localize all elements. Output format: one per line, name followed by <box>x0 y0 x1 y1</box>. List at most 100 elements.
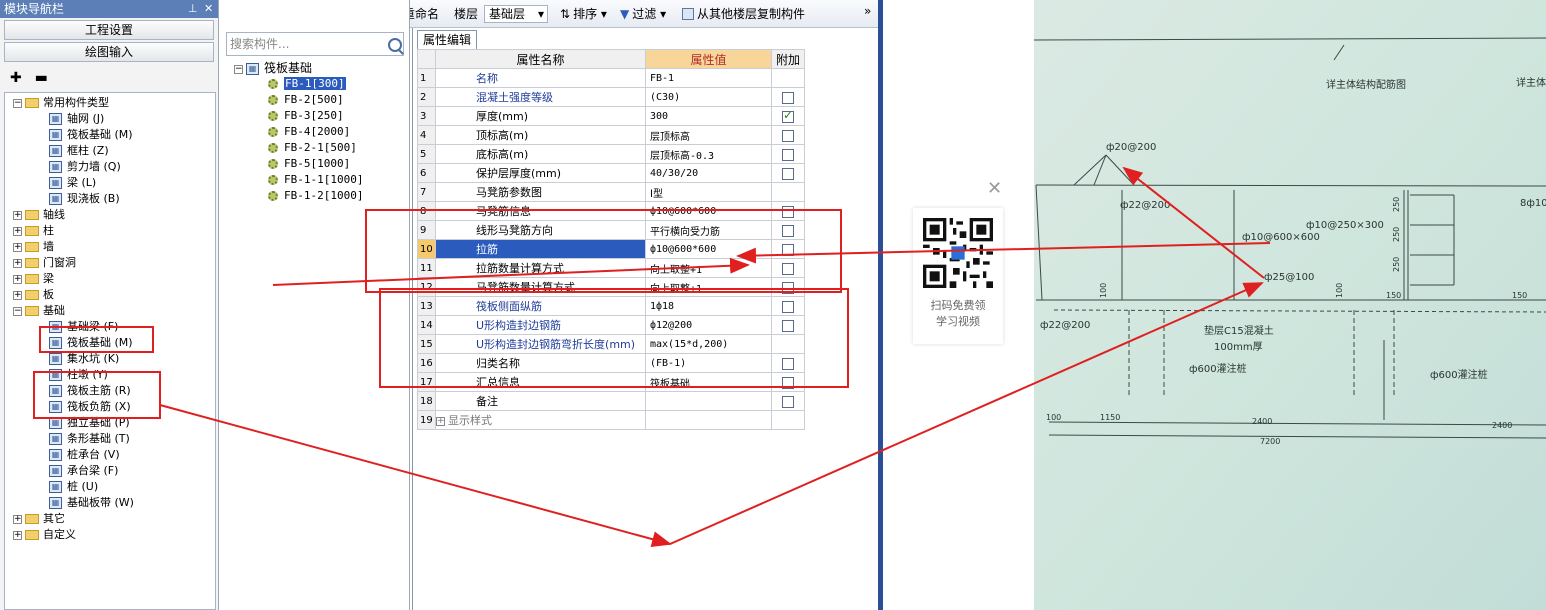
property-value[interactable]: 向上取整+1 <box>645 258 772 278</box>
property-row[interactable]: 3 厚度(mm) 300 <box>417 106 806 126</box>
tree-folder[interactable]: + 门窗洞 <box>13 255 76 271</box>
extra-checkbox[interactable] <box>782 300 794 313</box>
copy-from-floor-button[interactable]: 从其他楼层复制构件 <box>682 6 805 22</box>
component-item[interactable]: FB-1-1[1000] <box>268 172 363 188</box>
extra-checkbox[interactable] <box>782 395 794 408</box>
property-value[interactable]: 层顶标高-0.3 <box>645 144 772 164</box>
extra-checkbox[interactable] <box>782 167 794 180</box>
tree-item[interactable]: ▦ 筏板基础 (M) <box>49 127 133 143</box>
property-row[interactable]: 8 马凳筋信息 ф10@600*600 <box>417 201 806 221</box>
tree-folder[interactable]: + 板 <box>13 287 54 303</box>
property-row[interactable]: 5 底标高(m) 层顶标高-0.3 <box>417 144 806 164</box>
property-value[interactable]: Ⅰ型 <box>645 182 772 202</box>
filter-button[interactable]: ▼ 过滤 ▾ <box>620 6 666 22</box>
property-value[interactable]: 300 <box>645 106 772 126</box>
tree-item[interactable]: ▦ 集水坑 (K) <box>49 351 119 367</box>
expand-icon[interactable]: + <box>13 274 22 284</box>
component-item[interactable]: FB-4[2000] <box>268 124 350 140</box>
property-row[interactable]: 2 混凝土强度等级 (C30) <box>417 87 806 107</box>
property-row[interactable]: 19 + 显示样式 <box>417 410 806 430</box>
expand-icon[interactable]: + <box>13 530 22 540</box>
tree-item[interactable]: ▦ 剪力墙 (Q) <box>49 159 121 175</box>
extra-checkbox[interactable] <box>782 357 794 370</box>
tree-folder[interactable]: + 自定义 <box>13 527 76 543</box>
tree-item[interactable]: ▦ 筏板基础 (M) <box>49 335 133 351</box>
pin-icon[interactable]: ⊥ <box>188 0 198 18</box>
extra-checkbox[interactable] <box>782 281 794 294</box>
tree-folder[interactable]: + 墙 <box>13 239 54 255</box>
property-value[interactable]: ф12@200 <box>645 315 772 335</box>
tree-folder[interactable]: + 其它 <box>13 511 65 527</box>
property-value[interactable]: 筏板基础 <box>645 372 772 392</box>
property-row[interactable]: 4 顶标高(m) 层顶标高 <box>417 125 806 145</box>
property-row[interactable]: 12 马凳筋数量计算方式 向上取整+1 <box>417 277 806 297</box>
property-value[interactable]: 向上取整+1 <box>645 277 772 297</box>
property-value[interactable]: FB-1 <box>645 68 772 88</box>
tree-folder[interactable]: + 柱 <box>13 223 54 239</box>
tree-item[interactable]: ▦ 框柱 (Z) <box>49 143 109 159</box>
property-value[interactable]: (C30) <box>645 87 772 107</box>
tab-property-edit[interactable]: 属性编辑 <box>417 30 477 49</box>
property-value[interactable]: 40/30/20 <box>645 163 772 183</box>
tree-item[interactable]: ▦ 筏板主筋 (R) <box>49 383 131 399</box>
project-settings-button[interactable]: 工程设置 <box>4 20 214 40</box>
tree-item[interactable]: ▦ 柱墩 (Y) <box>49 367 108 383</box>
tree-item[interactable]: ▦ 梁 (L) <box>49 175 96 191</box>
tree-item[interactable]: ▦ 基础板带 (W) <box>49 495 134 511</box>
tree-item[interactable]: ▦ 筏板负筋 (X) <box>49 399 131 415</box>
drawing-input-button[interactable]: 绘图输入 <box>4 42 214 62</box>
tree-item[interactable]: ▦ 条形基础 (T) <box>49 431 130 447</box>
collapse-icon[interactable]: − <box>13 306 22 316</box>
extra-checkbox[interactable] <box>782 319 794 332</box>
expand-icon[interactable]: + <box>13 226 22 236</box>
property-value[interactable]: 层顶标高 <box>645 125 772 145</box>
search-input[interactable]: 搜索构件... <box>226 32 404 56</box>
tree-folder[interactable]: − 基础 <box>13 303 65 319</box>
expand-icon[interactable]: + <box>13 242 22 252</box>
extra-checkbox[interactable] <box>782 108 794 123</box>
property-value[interactable]: 平行横向受力筋 <box>645 220 772 240</box>
component-item[interactable]: FB-2-1[500] <box>268 140 357 156</box>
tree-folder[interactable]: + 轴线 <box>13 207 65 223</box>
component-item[interactable]: FB-5[1000] <box>268 156 350 172</box>
property-row[interactable]: 9 线形马凳筋方向 平行横向受力筋 <box>417 220 806 240</box>
search-icon[interactable] <box>388 38 402 52</box>
extra-checkbox[interactable] <box>782 129 794 142</box>
property-value[interactable]: max(15*d,200) <box>645 334 772 354</box>
expand-all-icon[interactable]: ✚ <box>10 70 22 86</box>
property-value[interactable] <box>645 410 772 430</box>
tree-item[interactable]: ▦ 现浇板 (B) <box>49 191 120 207</box>
property-row[interactable]: 11 拉筋数量计算方式 向上取整+1 <box>417 258 806 278</box>
extra-checkbox[interactable] <box>782 262 794 275</box>
qr-card[interactable]: 扫码免费领 学习视频 <box>913 208 1003 344</box>
expand-icon[interactable]: + <box>13 258 22 268</box>
extra-checkbox[interactable] <box>782 205 794 218</box>
property-row[interactable]: 6 保护层厚度(mm) 40/30/20 <box>417 163 806 183</box>
tree-folder[interactable]: − 常用构件类型 <box>13 95 109 111</box>
expand-icon[interactable]: + <box>13 514 22 524</box>
property-row[interactable]: 10 拉筋 ф10@600*600 <box>417 239 806 259</box>
extra-checkbox[interactable] <box>782 91 794 104</box>
floor-select[interactable]: 基础层 ▾ <box>484 5 548 23</box>
tree-item[interactable]: ▦ 桩 (U) <box>49 479 98 495</box>
property-value[interactable]: (FB-1) <box>645 353 772 373</box>
expand-icon[interactable]: + <box>436 416 445 426</box>
property-value[interactable]: ф10@600*600 <box>645 201 772 221</box>
tree-item[interactable]: ▦ 轴网 (J) <box>49 111 104 127</box>
more-chevron-icon[interactable]: » <box>864 3 871 19</box>
tree-item[interactable]: ▦ 独立基础 (P) <box>49 415 130 431</box>
tree-item[interactable]: ▦ 基础梁 (F) <box>49 319 118 335</box>
sort-button[interactable]: ⇅ 排序 ▾ <box>560 6 607 22</box>
property-value[interactable]: 1ф18 <box>645 296 772 316</box>
component-item[interactable]: FB-3[250] <box>268 108 344 124</box>
qr-close-icon[interactable]: ✕ <box>987 178 1002 199</box>
collapse-icon[interactable]: − <box>13 98 22 108</box>
property-value[interactable] <box>645 391 772 411</box>
property-row[interactable]: 17 汇总信息 筏板基础 <box>417 372 806 392</box>
property-row[interactable]: 13 筏板侧面纵筋 1ф18 <box>417 296 806 316</box>
property-row[interactable]: 1 名称 FB-1 <box>417 68 806 88</box>
tree-item[interactable]: ▦ 桩承台 (V) <box>49 447 120 463</box>
extra-checkbox[interactable] <box>782 148 794 161</box>
extra-checkbox[interactable] <box>782 376 794 389</box>
property-value[interactable]: ф10@600*600 <box>645 239 772 259</box>
